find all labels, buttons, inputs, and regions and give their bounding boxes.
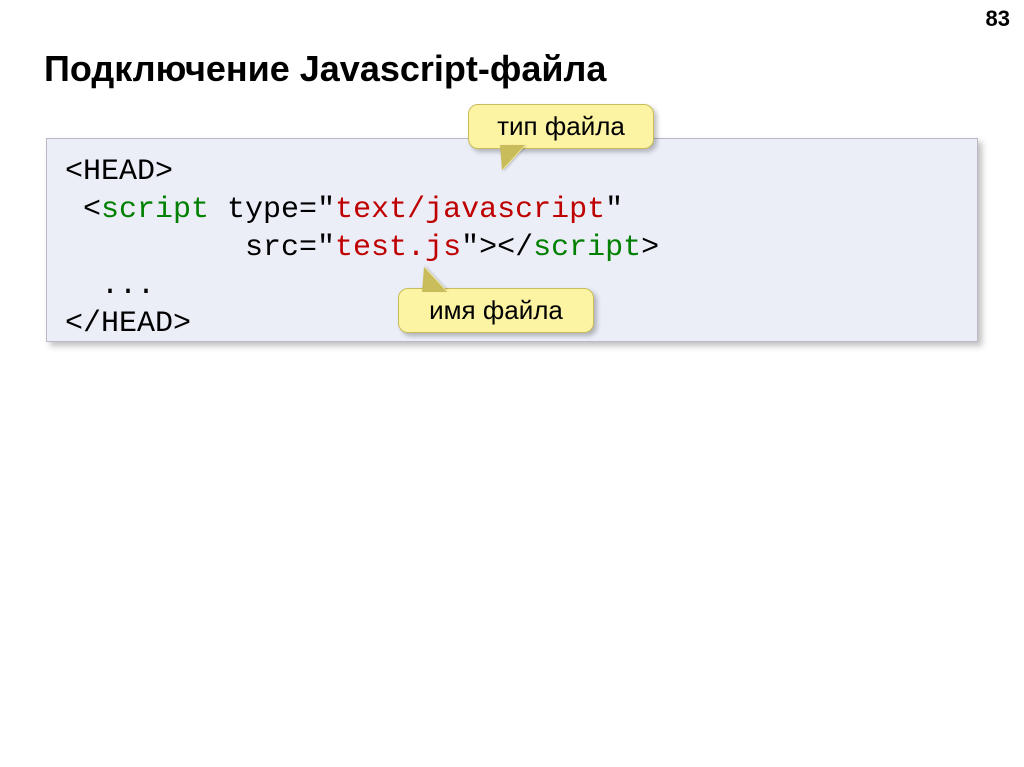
code-token: ... (65, 269, 155, 303)
callout-tail-icon (423, 267, 447, 291)
code-token: script (101, 193, 209, 227)
code-token: < (65, 193, 101, 227)
code-token: > (641, 231, 659, 265)
callout-file-type: тип файла (468, 104, 654, 149)
code-token: script (533, 231, 641, 265)
code-token: " (605, 193, 623, 227)
slide: 83 Подключение Javascript-файла <HEAD> <… (0, 0, 1024, 767)
code-token: test.js (335, 231, 461, 265)
code-token: </HEAD> (65, 307, 191, 341)
callout-file-name: имя файла (398, 288, 594, 333)
code-token: <HEAD> (65, 155, 173, 189)
code-token: type=" (209, 193, 335, 227)
code-token: "></ (461, 231, 533, 265)
callout-label: имя файла (429, 295, 563, 325)
callout-label: тип файла (497, 111, 625, 141)
code-token: src=" (65, 231, 335, 265)
code-token: text/javascript (335, 193, 605, 227)
page-number: 83 (986, 6, 1010, 32)
callout-tail-icon (501, 146, 525, 170)
slide-title: Подключение Javascript-файла (44, 48, 606, 90)
